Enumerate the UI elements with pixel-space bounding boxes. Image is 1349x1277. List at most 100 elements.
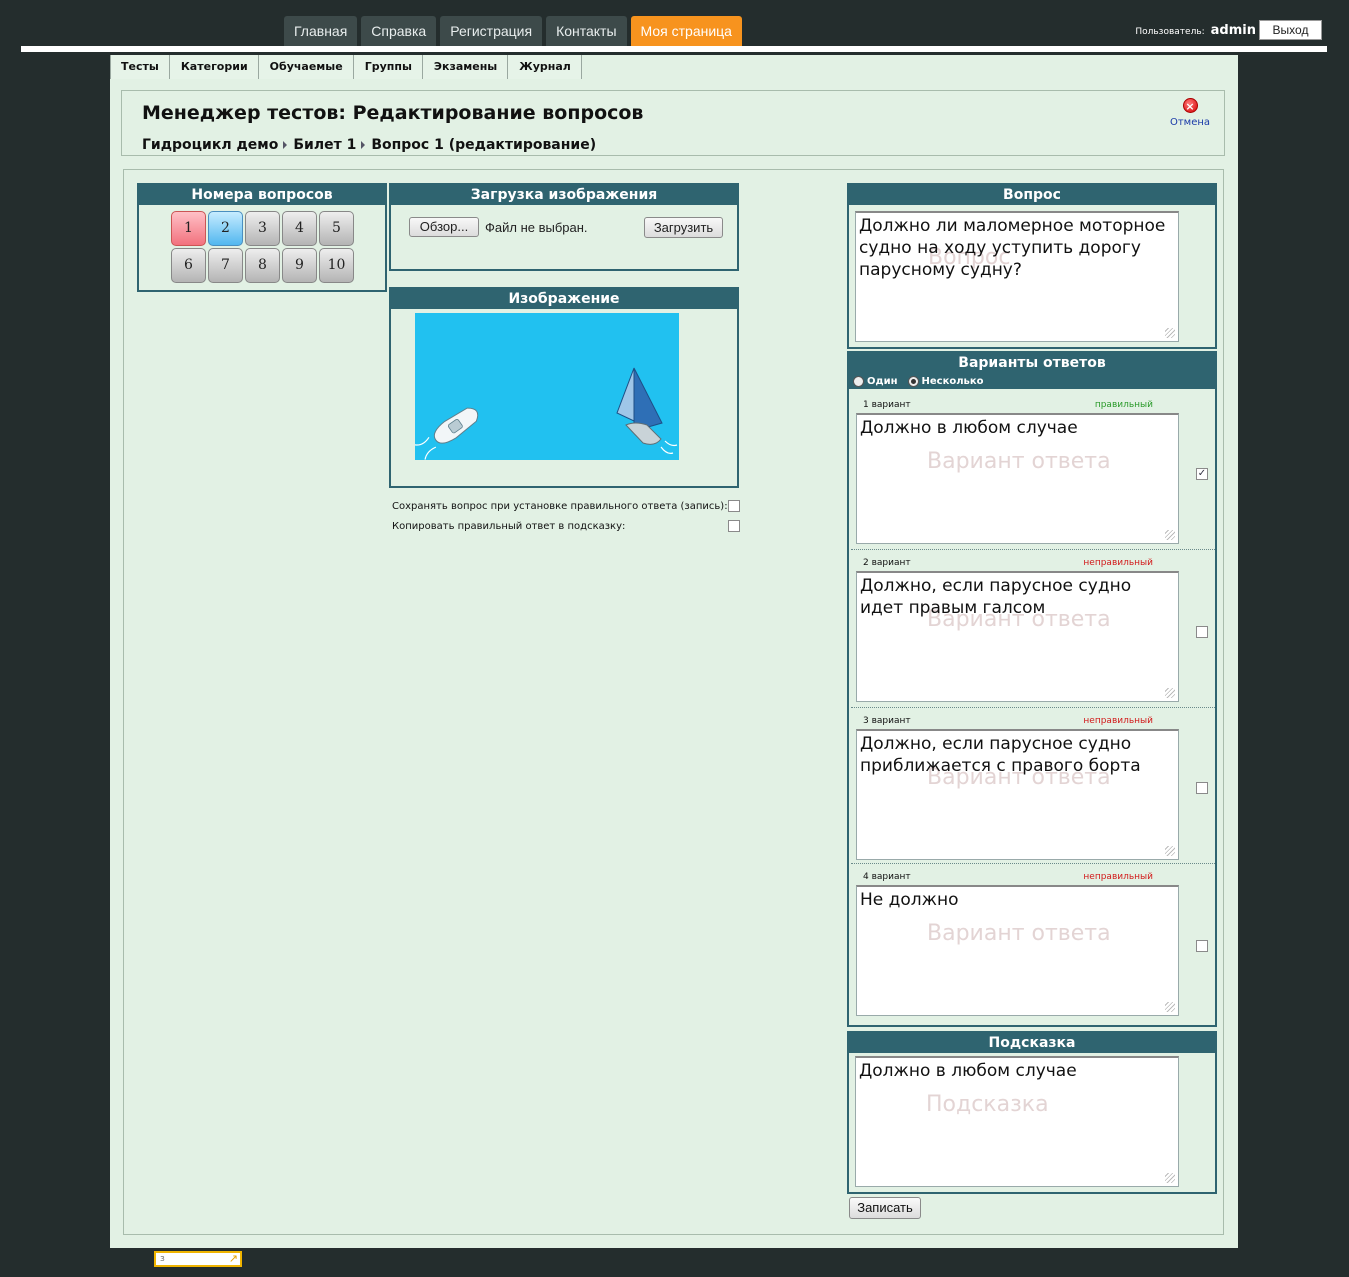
save-button[interactable]: Записать: [849, 1197, 921, 1219]
mode-one-label: Один: [867, 375, 898, 387]
hint-textarea[interactable]: Подсказка Должно в любом случае: [855, 1056, 1179, 1187]
answer-number: 4 вариант: [863, 872, 911, 882]
resize-grip-icon[interactable]: [1165, 1002, 1175, 1012]
save-on-correct-checkbox[interactable]: [728, 500, 740, 512]
correct-checkbox[interactable]: [1196, 940, 1208, 952]
answer-text: Должно в любом случае: [860, 418, 1078, 438]
subnav-tab-learners[interactable]: Обучаемые: [258, 55, 354, 79]
nav-tab-contacts[interactable]: Контакты: [546, 16, 627, 46]
hint-title: Подсказка: [849, 1033, 1215, 1053]
resize-grip-icon[interactable]: [1165, 530, 1175, 540]
question-number-button[interactable]: 7: [208, 248, 243, 283]
image-panel: Изображение: [389, 287, 739, 488]
sub-nav: Тесты Категории Обучаемые Группы Экзамен…: [110, 55, 582, 79]
copy-to-hint-label: Копировать правильный ответ в подсказку:: [392, 520, 626, 532]
cancel-label[interactable]: Отмена: [1167, 117, 1213, 128]
answer-placeholder: Вариант ответа: [927, 449, 1111, 474]
breadcrumb-test[interactable]: Гидроцикл демо: [142, 137, 278, 153]
answers-title: Варианты ответов: [849, 353, 1215, 373]
subnav-tab-exams[interactable]: Экзамены: [422, 55, 509, 79]
question-number-grid: 1 2 3 4 5 6 7 8 9 10: [171, 211, 354, 283]
answer-number: 3 вариант: [863, 716, 911, 726]
nav-tab-home[interactable]: Главная: [284, 16, 358, 46]
subnav-tab-categories[interactable]: Категории: [169, 55, 259, 79]
answer-textarea[interactable]: Вариант ответа Должно, если парусное суд…: [856, 571, 1179, 702]
resize-grip-icon[interactable]: [1165, 846, 1175, 856]
radio-icon[interactable]: [853, 375, 864, 387]
question-number-button[interactable]: 3: [245, 211, 280, 246]
mode-many[interactable]: Несколько: [907, 375, 984, 387]
answers-panel: Варианты ответов Один Несколько 1 вариан…: [847, 351, 1217, 1027]
counter-badge[interactable]: з ↗: [154, 1251, 242, 1267]
answer-number: 1 вариант: [863, 400, 911, 410]
logout-button[interactable]: Выход: [1259, 20, 1322, 40]
question-textarea[interactable]: Вопрос Должно ли маломерное моторное суд…: [855, 211, 1179, 342]
browse-button[interactable]: Обзор...: [409, 217, 479, 237]
page-header: Менеджер тестов: Редактирование вопросов…: [121, 90, 1225, 156]
subnav-tab-groups[interactable]: Группы: [353, 55, 423, 79]
hint-text: Должно в любом случае: [859, 1061, 1077, 1081]
arrow-up-right-icon: ↗: [228, 1252, 238, 1265]
close-icon[interactable]: ×: [1182, 98, 1198, 113]
answer-header: 1 вариант правильный: [863, 400, 1153, 410]
answer-textarea[interactable]: Вариант ответа Не должно: [856, 885, 1179, 1016]
answer-divider: [851, 863, 1215, 864]
copy-to-hint-checkbox[interactable]: [728, 520, 740, 532]
breadcrumb: Гидроцикл демо Билет 1 Вопрос 1 (редакти…: [142, 137, 596, 153]
question-text: Должно ли маломерное моторное судно на х…: [859, 216, 1166, 280]
answer-textarea[interactable]: Вариант ответа Должно, если парусное суд…: [856, 729, 1179, 860]
question-number-button[interactable]: 9: [282, 248, 317, 283]
answer-text: Не должно: [860, 890, 959, 910]
correct-checkbox[interactable]: [1196, 626, 1208, 638]
upload-button[interactable]: Загрузить: [644, 217, 723, 238]
question-number-button[interactable]: 10: [319, 248, 354, 283]
nav-tab-my-page[interactable]: Моя страница: [630, 16, 742, 46]
subnav-tab-journal[interactable]: Журнал: [508, 55, 582, 79]
question-title: Вопрос: [849, 185, 1215, 205]
answer-status: неправильный: [1083, 716, 1153, 726]
breadcrumb-ticket[interactable]: Билет 1: [293, 137, 356, 153]
radio-selected-icon[interactable]: [907, 375, 919, 387]
cancel-button[interactable]: × Отмена: [1167, 98, 1213, 128]
image-title: Изображение: [391, 289, 737, 309]
correct-checkbox[interactable]: ✓: [1196, 468, 1208, 480]
nav-underline: [21, 46, 1327, 52]
breadcrumb-arrow-icon: [361, 141, 366, 149]
question-options: Сохранять вопрос при установке правильно…: [392, 496, 740, 536]
resize-grip-icon[interactable]: [1165, 688, 1175, 698]
answer-item: 4 вариант неправильный Вариант ответа Не…: [851, 872, 1213, 1022]
answer-status: неправильный: [1083, 872, 1153, 882]
mode-one[interactable]: Один: [853, 375, 898, 387]
correct-checkbox[interactable]: [1196, 782, 1208, 794]
subnav-tab-tests[interactable]: Тесты: [110, 55, 170, 79]
answer-status: правильный: [1094, 400, 1153, 410]
question-numbers-panel: Номера вопросов 1 2 3 4 5 6 7 8 9 10: [137, 183, 387, 292]
question-number-button[interactable]: 6: [171, 248, 206, 283]
question-image: [415, 313, 679, 460]
question-number-button[interactable]: 4: [282, 211, 317, 246]
user-box: Пользователь: admin Выход: [1135, 20, 1322, 40]
answer-header: 4 вариант неправильный: [863, 872, 1153, 882]
resize-grip-icon[interactable]: [1165, 328, 1175, 338]
hint-placeholder: Подсказка: [926, 1092, 1049, 1117]
question-number-button[interactable]: 8: [245, 248, 280, 283]
answer-item: 3 вариант неправильный Вариант ответа До…: [851, 716, 1213, 866]
file-status: Файл не выбран.: [485, 220, 588, 235]
main-nav: Главная Справка Регистрация Контакты Моя…: [284, 16, 742, 46]
question-number-button[interactable]: 5: [319, 211, 354, 246]
answer-header: 2 вариант неправильный: [863, 558, 1153, 568]
answer-status: неправильный: [1083, 558, 1153, 568]
question-number-button[interactable]: 1: [171, 211, 206, 246]
nav-tab-register[interactable]: Регистрация: [440, 16, 543, 46]
user-label: Пользователь:: [1135, 27, 1205, 37]
question-number-button[interactable]: 2: [208, 211, 243, 246]
answer-textarea[interactable]: Вариант ответа Должно в любом случае: [856, 413, 1179, 544]
nav-tab-help[interactable]: Справка: [361, 16, 437, 46]
answer-item: 1 вариант правильный Вариант ответа Долж…: [851, 400, 1213, 550]
question-numbers-title: Номера вопросов: [139, 185, 385, 205]
page-title: Менеджер тестов: Редактирование вопросов: [142, 102, 644, 124]
resize-grip-icon[interactable]: [1165, 1173, 1175, 1183]
mode-many-label: Несколько: [921, 375, 984, 387]
answer-text: Должно, если парусное судно идет правым …: [860, 576, 1132, 618]
image-upload-panel: Загрузка изображения Обзор... Файл не вы…: [389, 183, 739, 271]
